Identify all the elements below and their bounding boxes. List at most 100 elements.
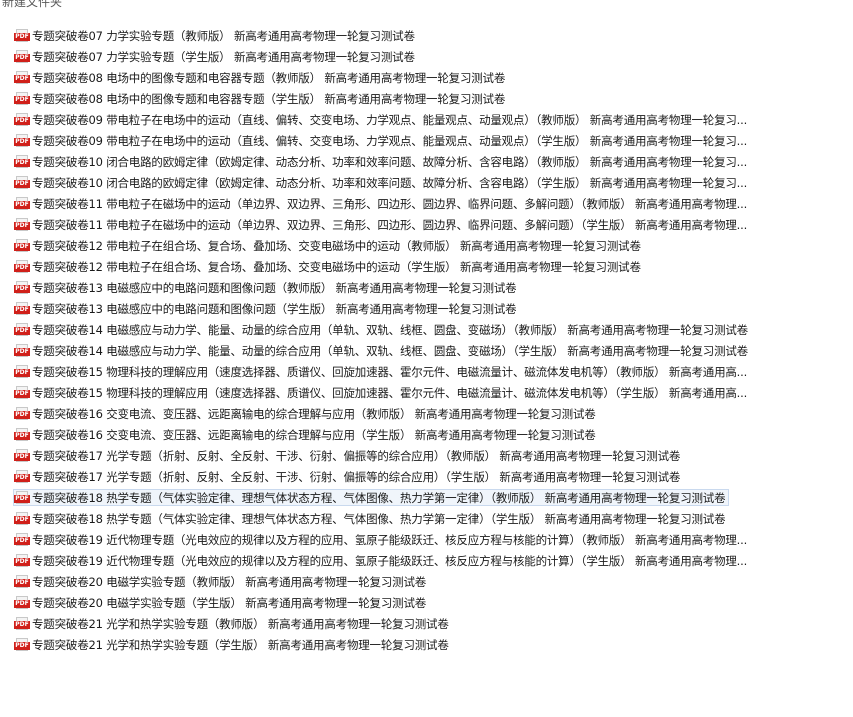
file-item[interactable]: PDF 专题突破卷15 物理科技的理解应用（速度选择器、质谱仪、回旋加速器、霍尔元… xyxy=(0,382,853,403)
file-item[interactable]: PDF 专题突破卷14 电磁感应与动力学、能量、动量的综合应用（单轨、双轨、线框、… xyxy=(0,319,853,340)
file-item[interactable]: PDF 专题突破卷16 交变电流、变压器、远距离输电的综合理解与应用（教师版） 新… xyxy=(0,403,853,424)
file-item[interactable]: PDF 专题突破卷19 近代物理专题（光电效应的规律以及方程的应用、氢原子能级跃迁… xyxy=(0,529,853,550)
pdf-file-icon: PDF xyxy=(14,71,30,84)
file-item-wrap[interactable]: PDF 专题突破卷18 热学专题（气体实验定律、理想气体状态方程、气体图像、热力学… xyxy=(13,489,730,506)
file-item-wrap[interactable]: PDF 专题突破卷16 交变电流、变压器、远距离输电的综合理解与应用（教师版） 新… xyxy=(13,405,600,422)
file-item[interactable]: PDF 专题突破卷21 光学和热学实验专题（教师版） 新高考通用高考物理一轮复习测… xyxy=(0,613,853,634)
file-item-label: 专题突破卷18 热学专题（气体实验定律、理想气体状态方程、气体图像、热力学第一定… xyxy=(32,511,726,526)
file-item[interactable]: PDF 专题突破卷09 带电粒子在电场中的运动（直线、偏转、交变电场、力学观点、能… xyxy=(0,109,853,130)
file-item-wrap[interactable]: PDF 专题突破卷16 交变电流、变压器、远距离输电的综合理解与应用（学生版） 新… xyxy=(13,426,600,443)
pdf-file-icon-tag: PDF xyxy=(14,369,30,377)
file-item[interactable]: PDF 专题突破卷10 闭合电路的欧姆定律（欧姆定律、动态分析、功率和效率问题、故… xyxy=(0,172,853,193)
file-item[interactable]: PDF 专题突破卷13 电磁感应中的电路问题和图像问题（教师版） 新高考通用高考物… xyxy=(0,277,853,298)
file-item-wrap[interactable]: PDF 专题突破卷17 光学专题（折射、反射、全反射、干涉、衍射、偏振等的综合应用… xyxy=(13,468,684,485)
file-item-label: 专题突破卷10 闭合电路的欧姆定律（欧姆定律、动态分析、功率和效率问题、故障分析… xyxy=(32,154,748,169)
file-item[interactable]: PDF 专题突破卷08 电场中的图像专题和电容器专题（学生版） 新高考通用高考物理… xyxy=(0,88,853,109)
file-item[interactable]: PDF 专题突破卷11 带电粒子在磁场中的运动（单边界、双边界、三角形、四边形、圆… xyxy=(0,193,853,214)
file-item-label: 专题突破卷13 电磁感应中的电路问题和图像问题（教师版） 新高考通用高考物理一轮… xyxy=(32,280,517,295)
file-item[interactable]: PDF 专题突破卷13 电磁感应中的电路问题和图像问题（学生版） 新高考通用高考物… xyxy=(0,298,853,319)
file-item-wrap[interactable]: PDF 专题突破卷12 带电粒子在组合场、复合场、叠加场、交变电磁场中的运动（学生… xyxy=(13,258,645,275)
pdf-file-icon: PDF xyxy=(14,365,30,378)
file-item-wrap[interactable]: PDF 专题突破卷19 近代物理专题（光电效应的规律以及方程的应用、氢原子能级跃迁… xyxy=(13,531,751,548)
file-item-wrap[interactable]: PDF 专题突破卷10 闭合电路的欧姆定律（欧姆定律、动态分析、功率和效率问题、故… xyxy=(13,153,751,170)
file-item[interactable]: PDF 专题突破卷16 交变电流、变压器、远距离输电的综合理解与应用（学生版） 新… xyxy=(0,424,853,445)
file-item[interactable]: PDF 专题突破卷17 光学专题（折射、反射、全反射、干涉、衍射、偏振等的综合应用… xyxy=(0,445,853,466)
file-item-wrap[interactable]: PDF 专题突破卷21 光学和热学实验专题（教师版） 新高考通用高考物理一轮复习测… xyxy=(13,615,453,632)
pdf-file-icon-tag: PDF xyxy=(14,348,30,356)
pdf-file-icon-tag: PDF xyxy=(14,96,30,104)
pdf-file-icon-tag: PDF xyxy=(14,222,30,230)
pdf-file-icon-tag: PDF xyxy=(14,117,30,125)
pdf-file-icon: PDF xyxy=(14,50,30,63)
file-item-wrap[interactable]: PDF 专题突破卷13 电磁感应中的电路问题和图像问题（学生版） 新高考通用高考物… xyxy=(13,300,520,317)
file-item[interactable]: PDF 专题突破卷17 光学专题（折射、反射、全反射、干涉、衍射、偏振等的综合应用… xyxy=(0,466,853,487)
file-item-wrap[interactable]: PDF 专题突破卷09 带电粒子在电场中的运动（直线、偏转、交变电场、力学观点、能… xyxy=(13,132,751,149)
file-item-wrap[interactable]: PDF 专题突破卷08 电场中的图像专题和电容器专题（学生版） 新高考通用高考物理… xyxy=(13,90,509,107)
file-item[interactable]: PDF 专题突破卷15 物理科技的理解应用（速度选择器、质谱仪、回旋加速器、霍尔元… xyxy=(0,361,853,382)
file-item[interactable]: PDF 专题突破卷09 带电粒子在电场中的运动（直线、偏转、交变电场、力学观点、能… xyxy=(0,130,853,151)
pdf-file-icon-tag: PDF xyxy=(14,474,30,482)
file-item-wrap[interactable]: PDF 专题突破卷10 闭合电路的欧姆定律（欧姆定律、动态分析、功率和效率问题、故… xyxy=(13,174,751,191)
file-item[interactable]: PDF 专题突破卷14 电磁感应与动力学、能量、动量的综合应用（单轨、双轨、线框、… xyxy=(0,340,853,361)
file-item[interactable]: PDF 专题突破卷12 带电粒子在组合场、复合场、叠加场、交变电磁场中的运动（教师… xyxy=(0,235,853,256)
file-item-label: 专题突破卷18 热学专题（气体实验定律、理想气体状态方程、气体图像、热力学第一定… xyxy=(32,490,726,505)
file-item[interactable]: PDF 专题突破卷07 力学实验专题（学生版） 新高考通用高考物理一轮复习测试卷 xyxy=(0,46,853,67)
file-item-wrap[interactable]: PDF 专题突破卷17 光学专题（折射、反射、全反射、干涉、衍射、偏振等的综合应用… xyxy=(13,447,684,464)
file-item-label: 专题突破卷15 物理科技的理解应用（速度选择器、质谱仪、回旋加速器、霍尔元件、电… xyxy=(32,385,748,400)
pdf-file-icon: PDF xyxy=(14,617,30,630)
pdf-file-icon: PDF xyxy=(14,386,30,399)
pdf-file-icon-tag: PDF xyxy=(14,537,30,545)
pdf-file-icon: PDF xyxy=(14,491,30,504)
pdf-file-icon: PDF xyxy=(14,512,30,525)
file-item-wrap[interactable]: PDF 专题突破卷15 物理科技的理解应用（速度选择器、质谱仪、回旋加速器、霍尔元… xyxy=(13,363,751,380)
file-item-label: 专题突破卷12 带电粒子在组合场、复合场、叠加场、交变电磁场中的运动（教师版） … xyxy=(32,238,641,253)
file-item[interactable]: PDF 专题突破卷07 力学实验专题（教师版） 新高考通用高考物理一轮复习测试卷 xyxy=(0,25,853,46)
file-item[interactable]: PDF 专题突破卷18 热学专题（气体实验定律、理想气体状态方程、气体图像、热力学… xyxy=(0,508,853,529)
file-item[interactable]: PDF 专题突破卷19 近代物理专题（光电效应的规律以及方程的应用、氢原子能级跃迁… xyxy=(0,550,853,571)
pdf-file-icon: PDF xyxy=(14,29,30,42)
file-item-wrap[interactable]: PDF 专题突破卷18 热学专题（气体实验定律、理想气体状态方程、气体图像、热力学… xyxy=(13,510,729,527)
pdf-file-icon-tag: PDF xyxy=(14,285,30,293)
pdf-file-icon-tag: PDF xyxy=(14,243,30,251)
file-item-wrap[interactable]: PDF 专题突破卷08 电场中的图像专题和电容器专题（教师版） 新高考通用高考物理… xyxy=(13,69,509,86)
pdf-file-icon: PDF xyxy=(14,239,30,252)
file-item-wrap[interactable]: PDF 专题突破卷19 近代物理专题（光电效应的规律以及方程的应用、氢原子能级跃迁… xyxy=(13,552,751,569)
file-item-label: 专题突破卷15 物理科技的理解应用（速度选择器、质谱仪、回旋加速器、霍尔元件、电… xyxy=(32,364,748,379)
file-item[interactable]: PDF 专题突破卷08 电场中的图像专题和电容器专题（教师版） 新高考通用高考物理… xyxy=(0,67,853,88)
pdf-file-icon-tag: PDF xyxy=(14,621,30,629)
file-item-wrap[interactable]: PDF 专题突破卷11 带电粒子在磁场中的运动（单边界、双边界、三角形、四边形、圆… xyxy=(13,195,751,212)
file-item-wrap[interactable]: PDF 专题突破卷14 电磁感应与动力学、能量、动量的综合应用（单轨、双轨、线框、… xyxy=(13,342,752,359)
file-item-wrap[interactable]: PDF 专题突破卷07 力学实验专题（学生版） 新高考通用高考物理一轮复习测试卷 xyxy=(13,48,419,65)
file-item-wrap[interactable]: PDF 专题突破卷07 力学实验专题（教师版） 新高考通用高考物理一轮复习测试卷 xyxy=(13,27,419,44)
pdf-file-icon: PDF xyxy=(14,428,30,441)
file-item-wrap[interactable]: PDF 专题突破卷21 光学和热学实验专题（学生版） 新高考通用高考物理一轮复习测… xyxy=(13,636,453,653)
file-item-wrap[interactable]: PDF 专题突破卷15 物理科技的理解应用（速度选择器、质谱仪、回旋加速器、霍尔元… xyxy=(13,384,751,401)
file-item[interactable]: PDF 专题突破卷20 电磁学实验专题（教师版） 新高考通用高考物理一轮复习测试卷 xyxy=(0,571,853,592)
file-item-label: 专题突破卷17 光学专题（折射、反射、全反射、干涉、衍射、偏振等的综合应用）（学… xyxy=(32,469,681,484)
pdf-file-icon-tag: PDF xyxy=(14,159,30,167)
pdf-file-icon: PDF xyxy=(14,407,30,420)
file-item[interactable]: PDF 专题突破卷11 带电粒子在磁场中的运动（单边界、双边界、三角形、四边形、圆… xyxy=(0,214,853,235)
file-item-wrap[interactable]: PDF 专题突破卷20 电磁学实验专题（教师版） 新高考通用高考物理一轮复习测试卷 xyxy=(13,573,430,590)
pdf-file-icon: PDF xyxy=(14,470,30,483)
file-item[interactable]: PDF 专题突破卷18 热学专题（气体实验定律、理想气体状态方程、气体图像、热力学… xyxy=(0,487,853,508)
file-item[interactable]: PDF 专题突破卷10 闭合电路的欧姆定律（欧姆定律、动态分析、功率和效率问题、故… xyxy=(0,151,853,172)
file-item-label: 专题突破卷21 光学和热学实验专题（教师版） 新高考通用高考物理一轮复习测试卷 xyxy=(32,616,449,631)
file-item-wrap[interactable]: PDF 专题突破卷13 电磁感应中的电路问题和图像问题（教师版） 新高考通用高考物… xyxy=(13,279,520,296)
file-item-wrap[interactable]: PDF 专题突破卷14 电磁感应与动力学、能量、动量的综合应用（单轨、双轨、线框、… xyxy=(13,321,752,338)
file-item-label: 专题突破卷19 近代物理专题（光电效应的规律以及方程的应用、氢原子能级跃迁、核反… xyxy=(32,553,748,568)
file-item-wrap[interactable]: PDF 专题突破卷20 电磁学实验专题（学生版） 新高考通用高考物理一轮复习测试卷 xyxy=(13,594,430,611)
file-item-wrap[interactable]: PDF 专题突破卷09 带电粒子在电场中的运动（直线、偏转、交变电场、力学观点、能… xyxy=(13,111,751,128)
pdf-file-icon-tag: PDF xyxy=(14,264,30,272)
file-item[interactable]: PDF 专题突破卷21 光学和热学实验专题（学生版） 新高考通用高考物理一轮复习测… xyxy=(0,634,853,655)
pdf-file-icon-tag: PDF xyxy=(14,180,30,188)
file-item-wrap[interactable]: PDF 专题突破卷12 带电粒子在组合场、复合场、叠加场、交变电磁场中的运动（教师… xyxy=(13,237,645,254)
file-item[interactable]: PDF 专题突破卷20 电磁学实验专题（学生版） 新高考通用高考物理一轮复习测试卷 xyxy=(0,592,853,613)
file-item-label: 专题突破卷20 电磁学实验专题（学生版） 新高考通用高考物理一轮复习测试卷 xyxy=(32,595,427,610)
pdf-file-icon: PDF xyxy=(14,218,30,231)
file-item-label: 专题突破卷10 闭合电路的欧姆定律（欧姆定律、动态分析、功率和效率问题、故障分析… xyxy=(32,175,748,190)
file-item-wrap[interactable]: PDF 专题突破卷11 带电粒子在磁场中的运动（单边界、双边界、三角形、四边形、圆… xyxy=(13,216,751,233)
pdf-file-icon-tag: PDF xyxy=(14,600,30,608)
pdf-file-icon: PDF xyxy=(14,197,30,210)
file-item[interactable]: PDF 专题突破卷12 带电粒子在组合场、复合场、叠加场、交变电磁场中的运动（学生… xyxy=(0,256,853,277)
